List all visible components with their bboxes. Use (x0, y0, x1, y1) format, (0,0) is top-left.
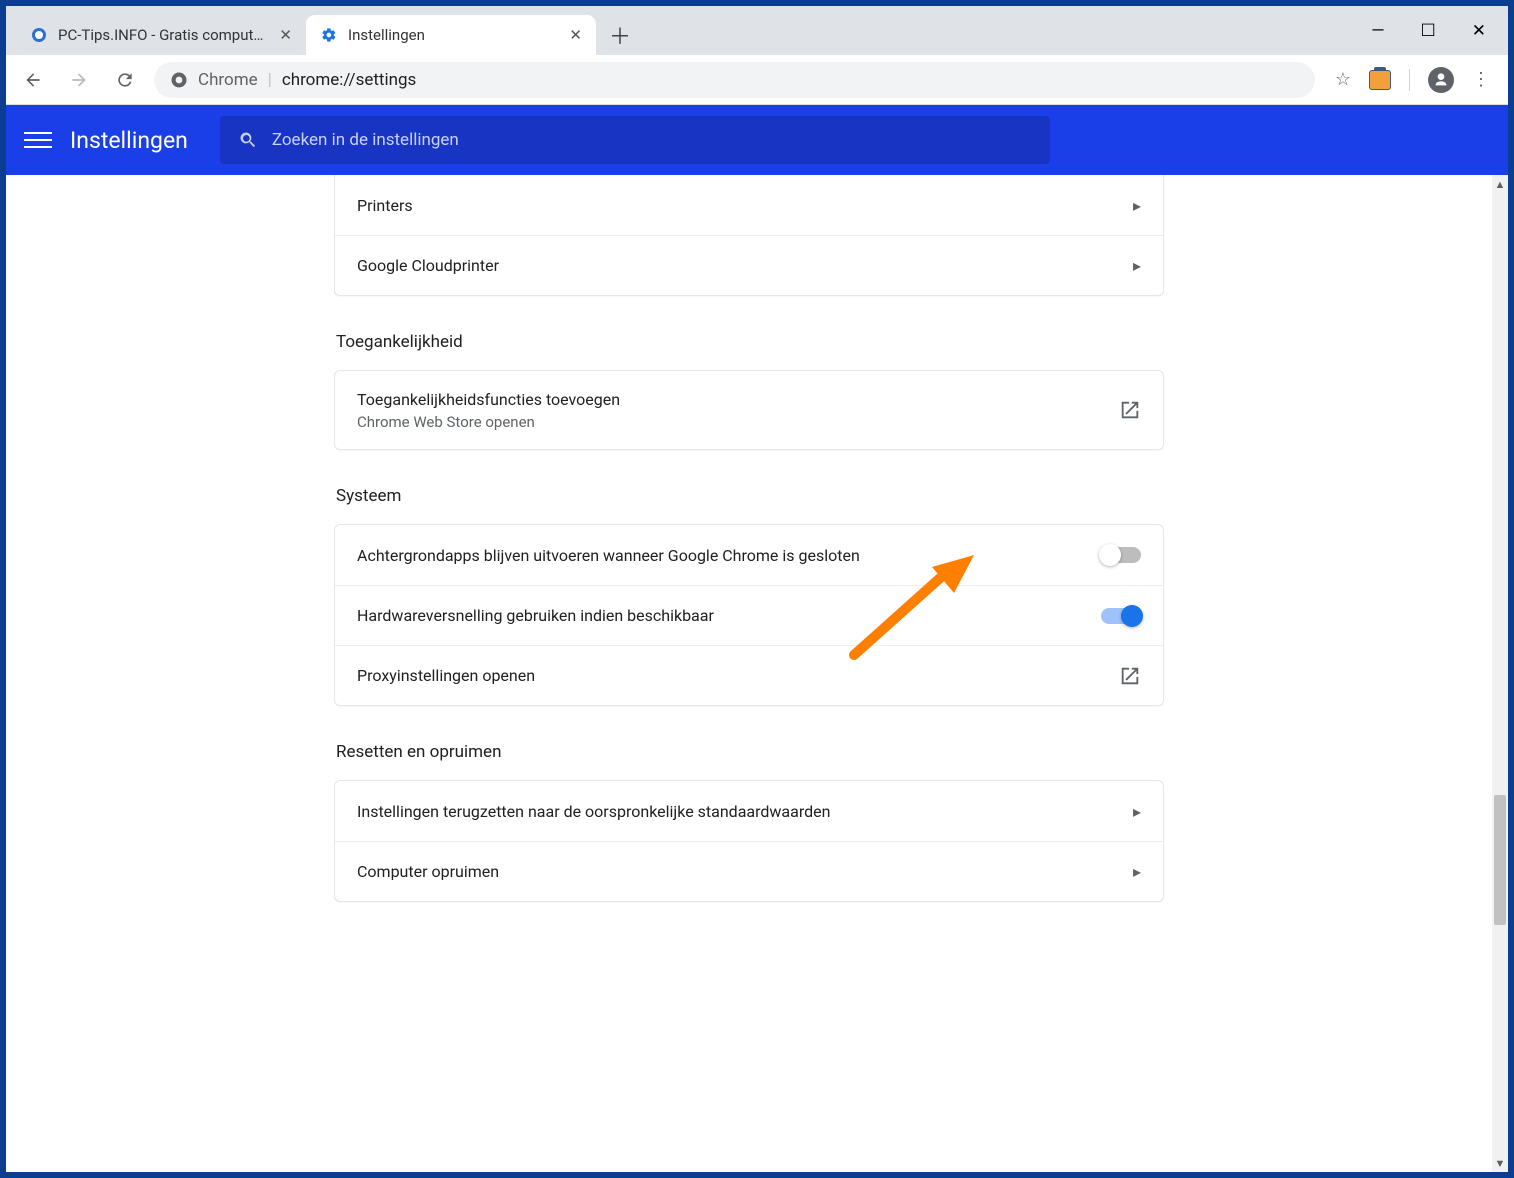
minimize-icon[interactable]: — (1371, 21, 1384, 41)
section-title-reset: Resetten en opruimen (336, 742, 1164, 762)
close-icon[interactable]: ✕ (1472, 21, 1486, 41)
row-printers[interactable]: Printers ▸ (335, 175, 1163, 235)
url-scheme-label: Chrome (198, 70, 258, 90)
forward-button[interactable] (62, 63, 96, 97)
desktop-frame: PC-Tips.INFO - Gratis computer t ✕ Inste… (0, 0, 1514, 1178)
search-icon (238, 130, 258, 150)
tabstrip: PC-Tips.INFO - Gratis computer t ✕ Inste… (6, 6, 638, 55)
row-label: Google Cloudprinter (357, 256, 1133, 275)
row-cleanup-computer[interactable]: Computer opruimen ▸ (335, 841, 1163, 901)
row-label: Instellingen terugzetten naar de oorspro… (357, 802, 1133, 821)
row-restore-defaults[interactable]: Instellingen terugzetten naar de oorspro… (335, 781, 1163, 841)
window-controls: — ☐ ✕ (1371, 6, 1508, 55)
browser-window: PC-Tips.INFO - Gratis computer t ✕ Inste… (5, 5, 1509, 1173)
settings-search[interactable] (220, 116, 1050, 164)
app-title: Instellingen (70, 127, 188, 154)
row-label: Printers (357, 196, 1133, 215)
settings-search-input[interactable] (272, 130, 1032, 150)
profile-avatar[interactable] (1428, 67, 1454, 93)
back-button[interactable] (16, 63, 50, 97)
row-sublabel: Chrome Web Store openen (357, 413, 1119, 431)
chevron-right-icon: ▸ (1133, 862, 1141, 881)
omnibox[interactable]: Chrome | chrome://settings (154, 62, 1315, 98)
tab-close-icon[interactable]: ✕ (569, 26, 582, 44)
section-title-accessibility: Toegankelijkheid (336, 332, 1164, 352)
favicon-pctips (30, 26, 48, 44)
row-label: Toegankelijkheidsfuncties toevoegen (357, 390, 1119, 409)
card-reset: Instellingen terugzetten naar de oorspro… (334, 780, 1164, 902)
urlbar: Chrome | chrome://settings ☆ ⋮ (6, 55, 1508, 105)
url-text: chrome://settings (282, 70, 417, 90)
reload-button[interactable] (108, 63, 142, 97)
external-link-icon (1119, 399, 1141, 421)
settings-header: Instellingen (6, 105, 1508, 175)
scroll-down-icon[interactable]: ▼ (1492, 1154, 1508, 1172)
section-title-system: Systeem (336, 486, 1164, 506)
row-background-apps[interactable]: Achtergrondapps blijven uitvoeren wannee… (335, 525, 1163, 585)
toggle-background-apps[interactable] (1101, 547, 1141, 563)
row-label: Proxyinstellingen openen (357, 666, 1119, 685)
titlebar: PC-Tips.INFO - Gratis computer t ✕ Inste… (6, 6, 1508, 55)
scroll-up-icon[interactable]: ▲ (1492, 175, 1508, 193)
hamburger-menu-icon[interactable] (24, 127, 52, 153)
url-separator: | (268, 70, 272, 90)
card-accessibility: Toegankelijkheidsfuncties toevoegen Chro… (334, 370, 1164, 450)
kebab-menu-icon[interactable]: ⋮ (1472, 69, 1490, 90)
tab-title: PC-Tips.INFO - Gratis computer t (58, 26, 269, 44)
scroll-area: Printers ▸ Google Cloudprinter ▸ Toegank… (6, 175, 1492, 1172)
tab-pc-tips[interactable]: PC-Tips.INFO - Gratis computer t ✕ (16, 15, 306, 55)
tab-title: Instellingen (348, 26, 559, 44)
new-tab-button[interactable]: ＋ (602, 17, 638, 53)
chevron-right-icon: ▸ (1133, 802, 1141, 821)
content-area: Printers ▸ Google Cloudprinter ▸ Toegank… (6, 175, 1508, 1172)
card-printing: Printers ▸ Google Cloudprinter ▸ (334, 175, 1164, 296)
row-accessibility-add[interactable]: Toegankelijkheidsfuncties toevoegen Chro… (335, 371, 1163, 449)
scrollbar-thumb[interactable] (1494, 795, 1506, 925)
row-proxy-settings[interactable]: Proxyinstellingen openen (335, 645, 1163, 705)
chevron-right-icon: ▸ (1133, 256, 1141, 275)
toggle-hardware-accel[interactable] (1101, 608, 1141, 624)
row-hardware-accel[interactable]: Hardwareversnelling gebruiken indien bes… (335, 585, 1163, 645)
toolbar-divider (1409, 69, 1410, 91)
settings-page: Printers ▸ Google Cloudprinter ▸ Toegank… (334, 175, 1164, 902)
row-label: Achtergrondapps blijven uitvoeren wannee… (357, 546, 1101, 565)
chevron-right-icon: ▸ (1133, 196, 1141, 215)
maximize-icon[interactable]: ☐ (1421, 21, 1436, 41)
favicon-settings (320, 26, 338, 44)
extension-icon[interactable] (1369, 70, 1391, 90)
row-google-cloudprinter[interactable]: Google Cloudprinter ▸ (335, 235, 1163, 295)
row-label: Computer opruimen (357, 862, 1133, 881)
card-system: Achtergrondapps blijven uitvoeren wannee… (334, 524, 1164, 706)
tab-settings[interactable]: Instellingen ✕ (306, 15, 596, 55)
scrollbar-vertical[interactable]: ▲ ▼ (1492, 175, 1508, 1172)
tab-close-icon[interactable]: ✕ (279, 26, 292, 44)
toolbar-right: ☆ ⋮ (1327, 67, 1498, 93)
chrome-page-icon (170, 71, 188, 89)
row-label: Hardwareversnelling gebruiken indien bes… (357, 606, 1101, 625)
external-link-icon (1119, 665, 1141, 687)
bookmark-star-icon[interactable]: ☆ (1335, 69, 1351, 90)
